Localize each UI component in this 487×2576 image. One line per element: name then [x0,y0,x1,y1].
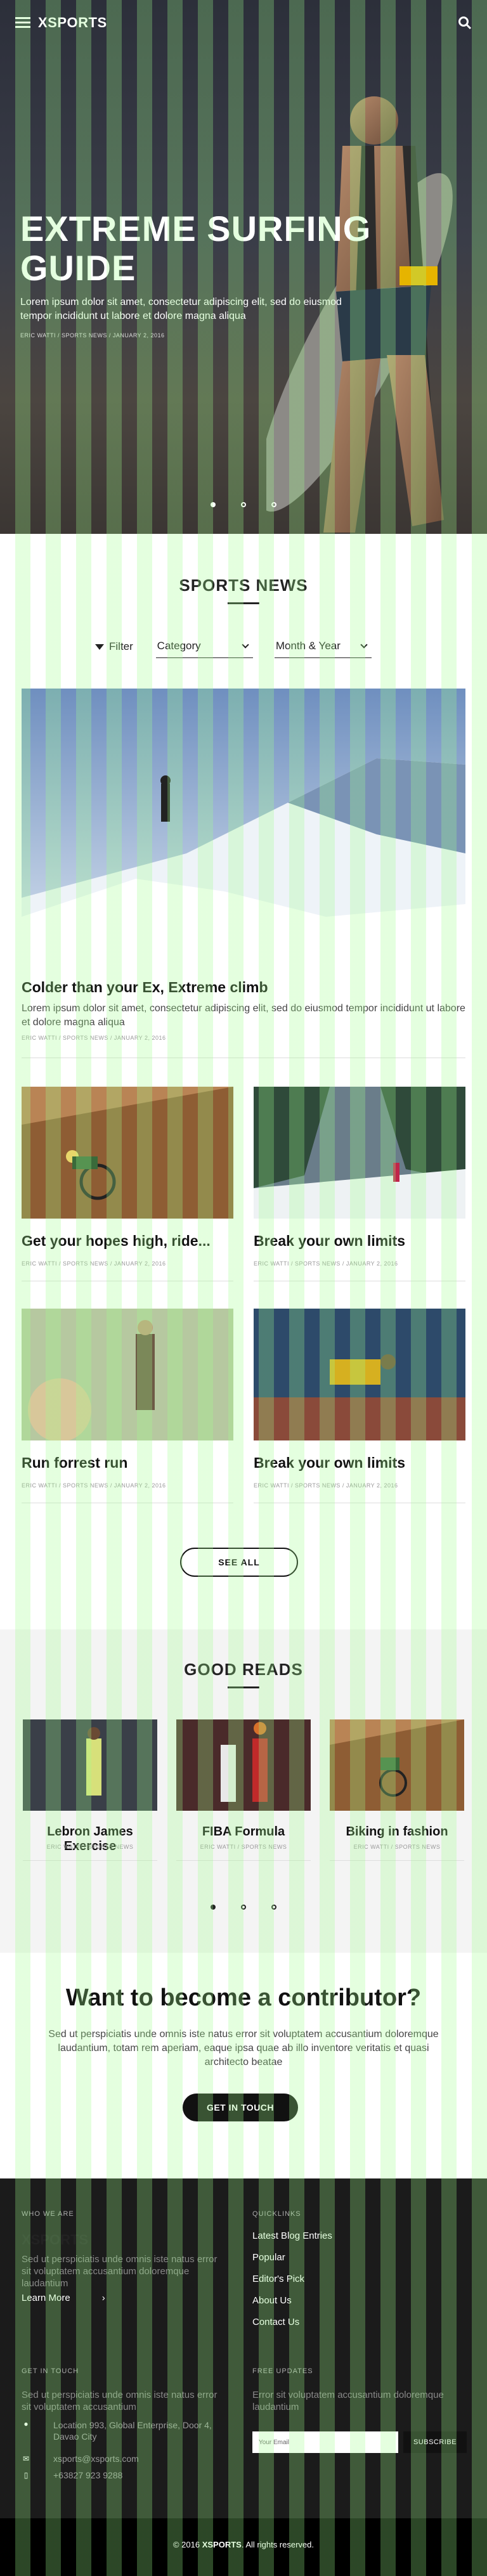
card-title[interactable]: Break your own limits [254,1233,405,1250]
get-in-touch-button[interactable]: GET IN TOUCH [183,2094,298,2121]
phone-text: +63827 923 9288 [53,2470,123,2480]
hero-banner: XSPORTS EXTREME SURFING GUIDE Lorem ipsu… [0,0,487,534]
carousel-dot-2[interactable] [241,502,246,507]
divider [176,1860,311,1861]
brand-logo[interactable]: XSPORTS [38,15,107,31]
quicklink-contact-us[interactable]: Contact Us [252,2317,299,2327]
email-text: xsports@xsports.com [53,2454,139,2464]
search-icon[interactable] [458,16,472,30]
footer-heading: WHO WE ARE [22,2210,74,2218]
card-title[interactable]: Break your own limits [254,1454,405,1472]
sports-news-title: SPORTS NEWS [179,576,308,595]
section-divider [228,602,259,604]
chevron-right-icon: › [101,2293,105,2303]
good-read-meta: ERIC WATTI / SPORTS NEWS [46,1844,134,1850]
good-reads-carousel-dots [0,1905,487,1910]
divider [330,1860,464,1861]
quicklink-latest-blog[interactable]: Latest Blog Entries [252,2230,332,2241]
chevron-down-icon [360,641,368,649]
copyright-brand: XSPORTS [202,2540,242,2549]
hero-content: EXTREME SURFING GUIDE Lorem ipsum dolor … [20,209,375,339]
runner-image[interactable] [22,1309,233,1440]
learn-more-link[interactable]: Learn More › [22,2293,105,2303]
good-read-title[interactable]: Biking in fashion [330,1825,464,1839]
carousel-dot-1[interactable] [211,502,216,507]
section-divider [228,1686,259,1688]
learn-more-label: Learn More [22,2293,70,2303]
category-select[interactable]: Category [155,640,253,658]
divider [23,1860,157,1861]
good-read-meta: ERIC WATTI / SPORTS NEWS [353,1844,441,1850]
copyright-suffix: . All rights reserved. [241,2540,314,2549]
envelope-icon: ✉ [22,2454,30,2463]
contributor-description: Sed ut perspiciatis unde omnis iste natu… [48,2029,439,2068]
lebron-image[interactable] [23,1719,157,1811]
quicklink-popular[interactable]: Popular [252,2252,285,2263]
hero-title: EXTREME SURFING GUIDE [20,209,372,288]
copyright-text: © 2016 XSPORTS. All rights reserved. [0,2540,487,2549]
carousel-dot-2[interactable] [241,1905,246,1910]
copyright-prefix: © 2016 [172,2540,202,2549]
quicklink-editors-pick[interactable]: Editor's Pick [252,2274,304,2284]
filter-bar: Filter Category Month & Year [95,633,393,658]
footer-heading: GET IN TOUCH [22,2367,79,2375]
quicklink-about-us[interactable]: About Us [252,2295,292,2306]
card-meta: ERIC WATTI / SPORTS NEWS / JANUARY 2, 20… [22,1482,166,1489]
fiba-image[interactable] [176,1719,311,1811]
ski-image[interactable] [254,1087,465,1219]
card-title[interactable]: Run forrest run [22,1454,127,1472]
good-read-title[interactable]: FIBA Formula [176,1825,311,1839]
contributor-title: Want to become a contributor? [65,1984,422,2011]
contact-phone[interactable]: ▯ +63827 923 9288 [22,2470,123,2480]
newsletter-email-input[interactable] [252,2431,398,2453]
hero-description: Lorem ipsum dolor sit amet, consectetur … [20,297,342,321]
footer-brand[interactable]: XSPORTS [22,2232,88,2248]
card-meta: ERIC WATTI / SPORTS NEWS / JANUARY 2, 20… [254,1482,398,1489]
good-read-meta: ERIC WATTI / SPORTS NEWS [200,1844,287,1850]
footer-updates-text: Error sit voluptatem accusantium dolorem… [252,2390,444,2412]
bike-ride-image[interactable] [22,1087,233,1219]
location-pin-icon: ● [23,2419,29,2428]
phone-icon: ▯ [23,2471,29,2480]
featured-article-meta: ERIC WATTI / SPORTS NEWS / JANUARY 2, 20… [22,1035,166,1041]
chevron-down-icon [242,641,249,649]
biking-image[interactable] [330,1719,464,1811]
category-value: Category [157,640,201,652]
filter-label: Filter [95,640,156,658]
carousel-dot-1[interactable] [211,1905,216,1910]
carousel-dot-3[interactable] [271,502,276,507]
contact-address: ● Location 993, Global Enterprise, Door … [22,2419,224,2442]
hamburger-menu-icon[interactable] [15,17,30,29]
contact-email[interactable]: ✉ xsports@xsports.com [22,2454,139,2464]
featured-article-description: Lorem ipsum dolor sit amet, consectetur … [22,1003,465,1028]
address-text: Location 993, Global Enterprise, Door 4,… [53,2420,212,2442]
month-year-value: Month & Year [275,640,341,652]
card-meta: ERIC WATTI / SPORTS NEWS / JANUARY 2, 20… [22,1260,166,1267]
good-reads-title: GOOD READS [184,1660,303,1679]
see-all-button[interactable]: SEE ALL [180,1548,298,1577]
carousel-dot-3[interactable] [271,1905,276,1910]
footer-touch-text: Sed ut perspiciatis unde omnis iste natu… [22,2390,218,2412]
footer-heading: FREE UPDATES [252,2367,313,2375]
filter-icon [95,644,104,650]
hero-carousel-dots [0,502,487,507]
sprinter-image[interactable] [254,1309,465,1440]
footer-who-text: Sed ut perspiciatis unde omnis iste natu… [22,2254,218,2289]
month-year-select[interactable]: Month & Year [274,640,372,658]
footer [0,2178,487,2518]
hero-meta: ERIC WATTI / SPORTS NEWS / JANUARY 2, 20… [20,332,165,339]
featured-article-title[interactable]: Colder than your Ex, Extreme climb [22,979,268,996]
subscribe-button[interactable]: SUBSCRIBE [403,2431,467,2453]
featured-climb-image[interactable] [22,689,465,965]
filter-text: Filter [109,640,133,652]
card-meta: ERIC WATTI / SPORTS NEWS / JANUARY 2, 20… [254,1260,398,1267]
card-title[interactable]: Get your hopes high, ride... [22,1233,211,1250]
footer-heading: QUICKLINKS [252,2210,301,2218]
top-navbar: XSPORTS [0,0,487,46]
